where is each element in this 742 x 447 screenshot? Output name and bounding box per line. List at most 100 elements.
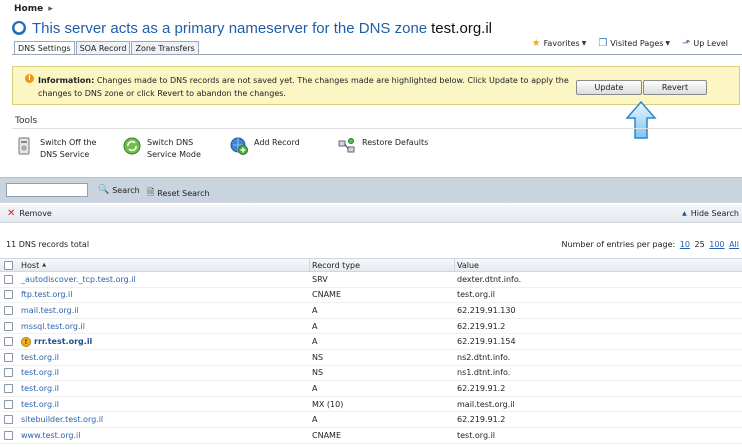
select-all-cell [4,259,16,271]
record-count: 11 DNS records total [6,240,90,249]
entries-per-page: Number of entries per page: 10 25 100 Al… [562,240,739,249]
host-link[interactable]: www.test.org.il [21,431,80,440]
star-icon: ★ [531,38,541,49]
tab-soa-record[interactable]: SOA Record [75,41,131,55]
host-link[interactable]: test.org.il [21,400,59,409]
switch-off-label-2: DNS Service [40,150,90,159]
record-type-cell: A [312,321,318,331]
host-link[interactable]: test.org.il [21,384,59,393]
per-page-all[interactable]: All [729,240,739,249]
revert-button[interactable]: Revert [643,80,707,95]
table-row: _autodiscover._tcp.test.org.il SRV dexter.… [0,272,742,288]
host-column-header[interactable]: Host ▲ [21,259,46,271]
row-checkbox[interactable] [4,399,13,409]
remove-button[interactable]: ✕ Remove [7,208,52,218]
record-value-cell: ns1.dtnt.info. [457,368,511,378]
breadcrumb-separator: ▸ [48,4,53,14]
page-title-zone: test.org.il [431,19,492,37]
value-column-header[interactable]: Value [457,259,479,271]
server-power-icon [18,137,30,155]
record-value-cell: dexter.dtnt.info. [457,274,522,284]
row-checkbox[interactable] [4,368,13,378]
host-link[interactable]: _autodiscover._tcp.test.org.il [21,275,136,284]
host-link[interactable]: test.org.il [21,353,59,362]
row-checkbox-cell [4,366,16,381]
tab-divider [12,54,742,55]
row-checkbox[interactable] [4,383,13,393]
up-level-label: Up Level [693,39,728,48]
record-type-cell: CNAME [312,290,341,300]
column-divider [454,259,455,271]
table-row: test.org.il MX (10) mail.test.org.il [0,397,742,413]
record-value-cell: test.org.il [457,430,496,440]
tab-zone-transfers[interactable]: Zone Transfers [131,41,199,55]
host-cell: _autodiscover._tcp.test.org.il [21,272,136,287]
favorites-menu[interactable]: ★ Favorites ▼ [532,38,587,49]
hide-search-label: Hide Search [690,209,739,218]
record-value-cell: mail.test.org.il [457,399,515,409]
type-column-header[interactable]: Record type [312,259,360,271]
warning-icon: ! [21,336,31,347]
page-title: ⬤ This server acts as a primary nameserv… [12,18,492,38]
info-message-text: Changes made to DNS records are not save… [38,76,569,98]
switch-dns-mode-tool[interactable]: Switch DNS Service Mode [123,137,201,161]
host-link[interactable]: mail.test.org.il [21,306,79,315]
visited-pages-menu[interactable]: ❐ Visited Pages ▼ [598,38,670,49]
row-checkbox[interactable] [4,290,13,300]
tools-divider [12,128,742,129]
chevron-down-icon: ▼ [665,40,671,47]
host-link[interactable]: mssql.test.org.il [21,322,85,331]
host-cell: ! rrr.test.org.il [21,334,92,349]
switch-off-dns-service-tool[interactable]: Switch Off the DNS Service [16,137,96,161]
record-value-cell: 62.219.91.154 [457,337,516,347]
row-checkbox[interactable] [4,352,13,362]
host-link[interactable]: rrr.test.org.il [34,337,92,346]
host-link[interactable]: test.org.il [21,368,59,377]
host-link[interactable]: sitebuilder.test.org.il [21,415,103,424]
favorites-label: Favorites [543,39,580,48]
visited-pages-label: Visited Pages [610,39,664,48]
row-checkbox[interactable] [4,305,13,315]
record-type-cell: A [312,383,318,393]
up-level-link[interactable]: ⬏ Up Level [682,38,728,49]
tab-bar: DNS Settings SOA Record Zone Transfers [14,41,200,55]
up-arrow-icon: ⬏ [682,38,691,49]
row-checkbox[interactable] [4,337,13,347]
per-page-10[interactable]: 10 [680,240,690,249]
add-record-tool[interactable]: Add Record [230,137,300,155]
hide-search-button[interactable]: ▲ Hide Search [682,209,739,218]
host-link[interactable]: ftp.test.org.il [21,290,72,299]
search-button[interactable]: 🔍 Search [98,185,140,195]
tab-dns-settings[interactable]: DNS Settings [14,41,75,55]
row-checkbox[interactable] [4,321,13,331]
record-type-cell: MX (10) [312,399,344,409]
row-checkbox[interactable] [4,415,13,425]
type-header-label: Record type [312,260,361,270]
warning-icon: ! [25,74,34,83]
reset-search-button[interactable]: 🗎 Reset Search [147,185,210,201]
pages-icon: ❐ [598,38,608,49]
row-checkbox[interactable] [4,430,13,440]
record-type-cell: CNAME [312,430,341,440]
per-page-100[interactable]: 100 [709,240,724,249]
search-input[interactable] [6,183,88,197]
search-bar: 🔍 Search 🗎 Reset Search [0,177,742,203]
record-value-cell: 62.219.91.130 [457,305,516,315]
chevron-up-icon: ▲ [682,210,687,217]
select-all-checkbox[interactable] [4,260,13,270]
add-record-label: Add Record [254,138,300,147]
host-cell: test.org.il [21,397,59,412]
table-row: ftp.test.org.il CNAME test.org.il [0,288,742,304]
host-cell: test.org.il [21,381,59,396]
update-button[interactable]: Update [576,80,642,95]
restore-defaults-tool[interactable]: Restore Defaults [338,137,428,155]
row-checkbox[interactable] [4,274,13,284]
table-row: test.org.il NS ns1.dtnt.info. [0,366,742,382]
switch-mode-label-2: Service Mode [147,150,201,159]
record-value-cell: 62.219.91.2 [457,415,506,425]
breadcrumb-home-link[interactable]: Home [14,4,43,14]
row-checkbox-cell [4,350,16,365]
info-text: Information: Changes made to DNS records… [38,74,578,100]
record-type-cell: SRV [312,274,328,284]
record-type-cell: A [312,305,318,315]
